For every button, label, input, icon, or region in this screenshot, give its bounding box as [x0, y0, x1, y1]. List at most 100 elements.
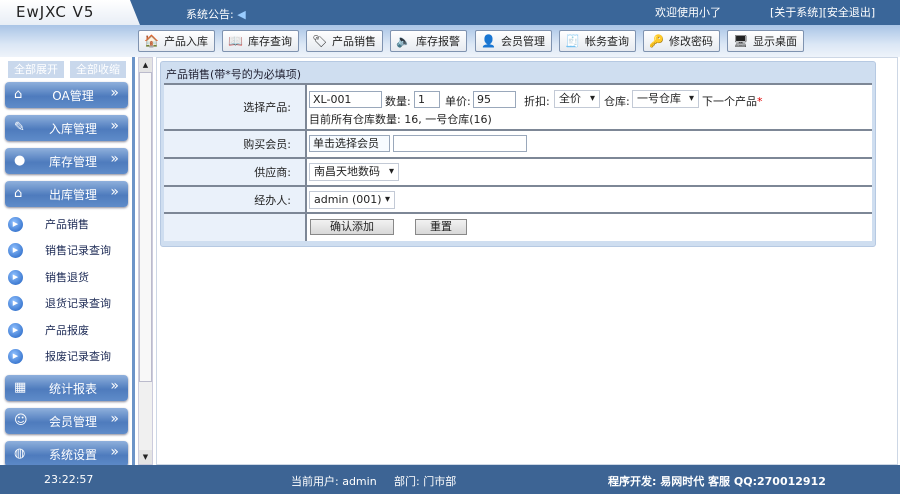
label: 库存报警 [416, 35, 460, 48]
scroll-thumb[interactable] [139, 72, 152, 382]
label: 系统设置 [48, 448, 97, 462]
home-icon: ⌂ [14, 186, 23, 201]
clock: 23:22:57 [44, 473, 94, 486]
sidebar-item-product-scrap[interactable]: ▶ 产品报废 [8, 319, 128, 341]
label: 会员管理 [501, 35, 545, 48]
label: 库存管理 [48, 155, 97, 169]
select-member-button[interactable]: 单击选择会员 [309, 135, 390, 152]
product-input[interactable]: XL-001 [309, 91, 382, 108]
globe-icon: ◍ [14, 446, 26, 461]
sidebar-group-oa[interactable]: ⌂ OA管理 » [5, 82, 128, 108]
play-icon: ▶ [8, 269, 23, 285]
header-links: [关于系统][安全退出] [770, 4, 875, 20]
supplier-select[interactable]: 南昌天地数码 [309, 163, 399, 181]
toolbar-button-stock-query[interactable]: 📖 库存查询 [222, 30, 299, 52]
next-product-link[interactable]: 下一个产品* [702, 93, 763, 109]
discount-select[interactable]: 全价 [554, 90, 600, 108]
notice-label: 系统公告: [186, 8, 234, 21]
chevron-right-icon: » [110, 184, 119, 200]
collapse-all-button[interactable]: 全部收缩 [70, 61, 126, 78]
member-icon: ☺ [14, 413, 28, 428]
sidebar-scrollbar[interactable]: ▲ ▼ [138, 57, 153, 465]
chevron-right-icon: » [110, 444, 119, 460]
sidebar-item-sales-return[interactable]: ▶ 销售退货 [8, 266, 128, 288]
price-label: 单价: [445, 95, 471, 108]
play-icon: ▶ [8, 348, 23, 364]
confirm-add-button[interactable]: 确认添加 [310, 219, 394, 235]
toolbar-button-change-password[interactable]: 🔑 修改密码 [643, 30, 720, 52]
toolbar: 🏠 产品入库 📖 库存查询 🏷 产品销售 🔈 库存报警 👤 会员管理 🧾 帐务查询 🔑 修改密… [0, 25, 900, 57]
label: 销售记录查询 [45, 244, 111, 257]
play-icon: ▶ [8, 322, 23, 338]
tag-icon: 🏷 [312, 34, 328, 48]
logo-text: EwJXC V5 [16, 3, 95, 21]
system-notice: 系统公告: ◀︎ [186, 6, 246, 22]
sidebar-item-sales-records[interactable]: ▶ 销售记录查询 [8, 239, 128, 261]
scroll-up-icon[interactable]: ▲ [139, 58, 152, 72]
supplier-label: 供应商: [164, 159, 307, 185]
next-product-text: 下一个产品 [702, 95, 757, 108]
house-icon: 🏠 [144, 34, 159, 48]
product-label: 选择产品: [164, 85, 307, 129]
chevron-right-icon: » [110, 85, 119, 101]
warehouse-label: 仓库: [604, 95, 630, 108]
report-icon: ▦ [14, 380, 27, 395]
inbound-icon: ✎ [14, 120, 25, 135]
warehouse-select[interactable]: 一号仓库 [632, 90, 699, 108]
member-input[interactable] [393, 135, 527, 152]
handler-label: 经办人: [164, 187, 307, 212]
stock-icon: ● [14, 153, 26, 168]
toolbar-button-product-sale[interactable]: 🏷 产品销售 [306, 30, 383, 52]
play-icon: ▶ [8, 216, 23, 232]
sidebar-item-return-records[interactable]: ▶ 退货记录查询 [8, 292, 128, 314]
label: 显示桌面 [753, 35, 797, 48]
key-icon: 🔑 [649, 34, 664, 48]
label: 帐务查询 [585, 35, 629, 48]
sidebar: 全部展开 全部收缩 ⌂ OA管理 » ✎ 入库管理 » ● 库存管理 » ⌂ 出库管理 » ▶ 产… [0, 57, 135, 467]
chevron-right-icon: » [110, 118, 119, 134]
sidebar-item-scrap-records[interactable]: ▶ 报废记录查询 [8, 345, 128, 367]
handler-select[interactable]: admin (001) [309, 191, 395, 209]
toolbar-button-product-in[interactable]: 🏠 产品入库 [138, 30, 215, 52]
sidebar-group-settings[interactable]: ◍ 系统设置 » [5, 441, 128, 467]
department: 部门: 门市部 [394, 475, 457, 488]
book-icon: 📖 [228, 34, 243, 48]
qty-label: 数量: [385, 95, 411, 108]
expand-all-button[interactable]: 全部展开 [8, 61, 64, 78]
label: 产品销售 [332, 35, 376, 48]
row-member: 购买会员: 单击选择会员 [164, 129, 872, 157]
current-user: 当前用户: admin [291, 475, 377, 488]
row-supplier: 供应商: 南昌天地数码 [164, 157, 872, 185]
toolbar-button-members[interactable]: 👤 会员管理 [475, 30, 552, 52]
speaker-icon: 🔈 [396, 34, 411, 48]
toolbar-button-stock-alert[interactable]: 🔈 库存报警 [390, 30, 467, 52]
label: 报废记录查询 [45, 350, 111, 363]
toolbar-button-show-desktop[interactable]: 🖥 显示桌面 [727, 30, 804, 52]
sidebar-item-product-sale[interactable]: ▶ 产品销售 [8, 213, 128, 235]
scroll-down-icon[interactable]: ▼ [139, 450, 152, 464]
sidebar-group-inbound[interactable]: ✎ 入库管理 » [5, 115, 128, 141]
reset-button[interactable]: 重置 [415, 219, 467, 235]
sidebar-group-outbound[interactable]: ⌂ 出库管理 » [5, 181, 128, 207]
member-label: 购买会员: [164, 131, 307, 157]
play-icon: ▶ [8, 242, 23, 258]
home-icon: ⌂ [14, 87, 23, 102]
play-icon: ▶ [8, 295, 23, 311]
sidebar-group-stock[interactable]: ● 库存管理 » [5, 148, 128, 174]
qty-input[interactable]: 1 [414, 91, 440, 108]
footer: 23:22:57 当前用户: admin 部门: 门市部 程序开发: 易网时代 … [0, 465, 900, 494]
actions-label-cell [164, 214, 307, 241]
speaker-icon: ◀︎ [237, 8, 246, 21]
row-product: 选择产品: XL-001 数量: 1 单价: 95 折扣: 全价 仓库: 一号仓… [164, 83, 872, 129]
label: 产品入库 [164, 35, 208, 48]
member-icon: 👤 [481, 34, 496, 48]
chevron-right-icon: » [110, 151, 119, 167]
price-input[interactable]: 95 [473, 91, 516, 108]
sidebar-group-reports[interactable]: ▦ 统计报表 » [5, 375, 128, 401]
logout-link[interactable]: [安全退出] [823, 6, 876, 19]
sidebar-group-members[interactable]: ☺ 会员管理 » [5, 408, 128, 434]
logo: EwJXC V5 [0, 0, 140, 25]
about-link[interactable]: [关于系统] [770, 6, 823, 19]
developer-credit: 程序开发: 易网时代 客服 QQ:270012912 [608, 475, 826, 488]
toolbar-button-accounts[interactable]: 🧾 帐务查询 [559, 30, 636, 52]
